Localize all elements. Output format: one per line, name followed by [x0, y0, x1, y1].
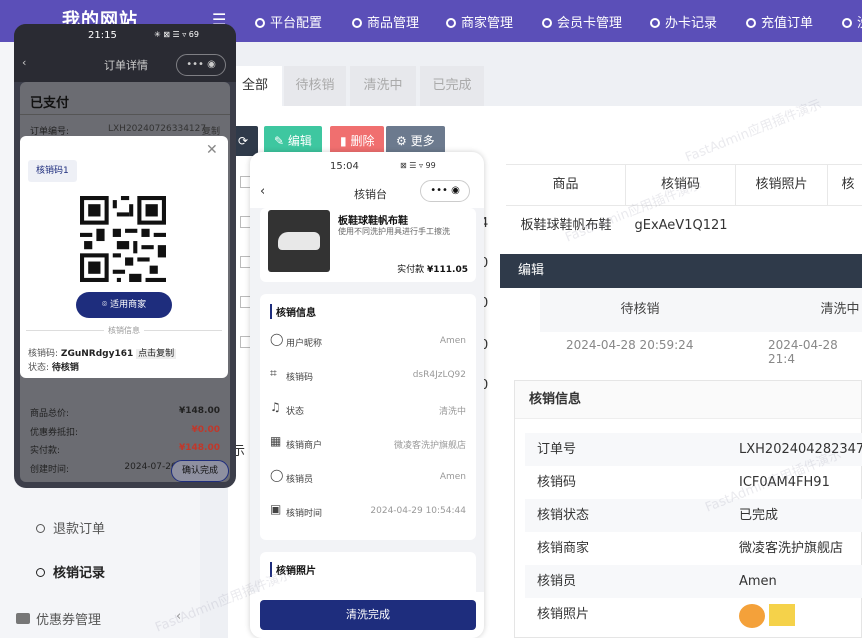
- phone-nav-bar: ‹ 核销台 ••• ◉: [250, 178, 484, 208]
- nav-item-products[interactable]: 商品管理: [352, 12, 419, 31]
- status-row: 状态: 待核销: [28, 363, 79, 373]
- sidebar-item-verify-records[interactable]: 核销记录: [36, 562, 105, 581]
- info-row: ◯ 核销员 Amen: [270, 468, 466, 485]
- trash-icon: ▮: [340, 134, 347, 148]
- shoe-image: [268, 210, 330, 272]
- user-icon: ◯: [270, 468, 284, 482]
- section-title: 核销信息: [270, 304, 316, 319]
- finish-washing-button[interactable]: 清洗完成: [260, 600, 476, 630]
- info-row: 实付款: ¥148.00: [30, 443, 220, 456]
- applicable-merchants-button[interactable]: ⌾ 适用商家: [76, 292, 172, 318]
- target-icon: ◉: [447, 185, 460, 196]
- capsule-menu[interactable]: ••• ◉: [176, 54, 226, 76]
- circle-icon: [650, 18, 660, 28]
- info-row-photo: 核销照片: [525, 598, 862, 631]
- gear-icon: ⚙: [396, 134, 407, 148]
- info-row: 优惠券抵扣: ¥0.00: [30, 425, 220, 438]
- nav-item-card-records[interactable]: 办卡记录: [650, 12, 717, 31]
- circle-icon: [255, 18, 265, 28]
- tab-pending[interactable]: 待核销: [284, 66, 346, 106]
- page-title: 核销台: [354, 188, 387, 201]
- paid-amount: 实付款 ¥111.05: [397, 265, 468, 275]
- info-row: ⌗ 核销码 dsR4JzLQ92: [270, 366, 466, 383]
- divider: [20, 114, 230, 115]
- store-icon: ▦: [270, 434, 282, 448]
- shoe-shape: [278, 232, 320, 250]
- phone-nav-bar: ‹ 订单详情 ••• ◉: [14, 48, 236, 82]
- nav-item-wash[interactable]: 洗: [842, 12, 862, 31]
- sidebar-item-refund-orders[interactable]: 退款订单: [36, 518, 105, 537]
- copy-code-button[interactable]: 点击复制: [136, 349, 177, 359]
- step-washing-time: 2024-04-28 21:4: [768, 338, 838, 366]
- verify-info-box: 核销信息 订单号LXH2024042823473470 核销码ICF0AM4FH…: [514, 380, 862, 638]
- step-pending-time: 2024-04-28 20:59:24: [566, 338, 694, 352]
- circle-icon: [36, 524, 45, 533]
- step-washing: 清洗中: [820, 302, 860, 317]
- location-pin-icon: ⌾: [101, 300, 108, 310]
- tab-done[interactable]: 已完成: [420, 66, 484, 106]
- info-row: ▦ 核销商户 微凌客洗护旗舰店: [270, 434, 466, 451]
- tab-washing[interactable]: 清洗中: [350, 66, 416, 106]
- step-pending: 待核销: [620, 302, 660, 317]
- table-header-more[interactable]: 核: [828, 165, 862, 205]
- photo-thumbnail[interactable]: [739, 604, 765, 628]
- user-icon: ◯: [270, 332, 284, 346]
- page-title: 订单详情: [104, 59, 148, 72]
- back-icon[interactable]: ‹: [22, 56, 26, 69]
- qr-code-popup: ✕ 核销码1 ⌾ 适用商家 核销信息 核销码: ZGuNRdgy161 点击复制…: [20, 136, 228, 378]
- coupon-icon: [16, 613, 30, 624]
- info-row: ♫ 状态 清洗中: [270, 400, 466, 417]
- refresh-icon: ⟳: [238, 134, 249, 148]
- scan-icon: ⌗: [270, 366, 277, 380]
- product-card: 板鞋球鞋帆布鞋 使用不同洗护用具进行手工擦洗 实付款 ¥111.05: [260, 208, 476, 282]
- paid-status: 已支付: [30, 96, 70, 111]
- circle-icon: [542, 18, 552, 28]
- info-row-merchant: 核销商家 微凌客洗护旗舰店: [537, 541, 844, 556]
- product-desc: 使用不同洗护用具进行手工擦洗: [338, 227, 450, 236]
- phone-status-bar: 15:04 ⊠ ☰ ▿ 99: [250, 152, 484, 178]
- info-row: ▣ 核销时间 2024-04-29 10:54:44: [270, 502, 466, 519]
- nav-item-platform[interactable]: 平台配置: [255, 12, 322, 31]
- info-row-status: 核销状态 已完成: [525, 499, 862, 532]
- tab-all[interactable]: 全部: [228, 66, 282, 106]
- nav-item-member-cards[interactable]: 会员卡管理: [542, 12, 622, 31]
- info-row: ◯ 用户昵称 Amen: [270, 332, 466, 349]
- pencil-icon: ✎: [274, 134, 285, 148]
- table-header-product[interactable]: 商品: [506, 165, 626, 205]
- phone-status-bar: 21:15 ✳ ⊠ ☰ ▿ 69: [14, 24, 236, 48]
- back-icon[interactable]: ‹: [260, 184, 265, 199]
- bottom-bar: 清洗完成: [250, 592, 484, 638]
- verify-code-tag[interactable]: 核销码1: [28, 160, 77, 182]
- qr-code-image: [80, 196, 166, 282]
- table-header-photo[interactable]: 核销照片: [736, 165, 828, 205]
- photo-thumbnail[interactable]: [769, 604, 795, 626]
- bell-icon: ♫: [270, 400, 281, 414]
- product-name: 板鞋球鞋帆布鞋: [338, 216, 408, 227]
- target-icon: ◉: [203, 59, 216, 70]
- verify-info-title: 核销信息: [515, 381, 861, 419]
- verify-info-card: 核销信息 ◯ 用户昵称 Amen ⌗ 核销码 dsR4JzLQ92 ♫ 状态 清洗中 ▦ 核销…: [260, 294, 476, 540]
- capsule-menu[interactable]: ••• ◉: [420, 180, 470, 202]
- circle-icon: [36, 568, 45, 577]
- circle-icon: [446, 18, 456, 28]
- circle-icon: [746, 18, 756, 28]
- verify-code-row: 核销码: ZGuNRdgy161 点击复制: [28, 349, 177, 359]
- circle-icon: [352, 18, 362, 28]
- calendar-icon: ▣: [270, 502, 282, 516]
- status-tabs: 全部 待核销 清洗中 已完成: [228, 66, 862, 106]
- edit-modal-header: 编辑: [500, 254, 862, 288]
- close-icon[interactable]: ✕: [206, 142, 218, 158]
- nav-item-merchants[interactable]: 商家管理: [446, 12, 513, 31]
- confirm-complete-button[interactable]: 确认完成: [171, 460, 229, 482]
- info-row: 商品总价: ¥148.00: [30, 406, 220, 419]
- sidebar-item-coupons[interactable]: 优惠券管理 ‹: [16, 609, 181, 628]
- info-row-staff: 核销员 Amen: [525, 565, 862, 598]
- circle-icon: [842, 18, 852, 28]
- nav-item-recharge-orders[interactable]: 充值订单: [746, 12, 813, 31]
- section-label: 核销信息: [104, 325, 144, 336]
